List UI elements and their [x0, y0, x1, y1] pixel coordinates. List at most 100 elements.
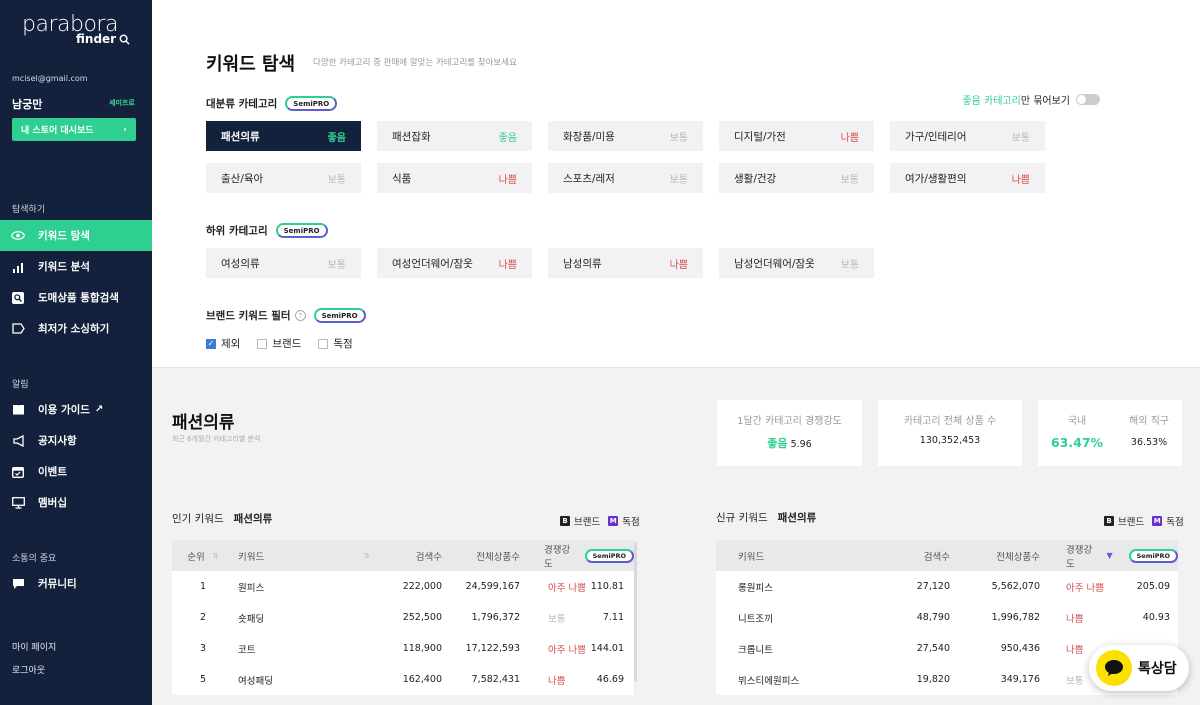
level-cell: 나쁨	[530, 673, 588, 687]
level-text: 아주 나쁨	[548, 582, 586, 594]
sidebar: parabora finder mcisel@gmail.com 남궁만 세미프…	[0, 0, 152, 705]
domestic-value: 63.47%	[1050, 435, 1104, 450]
category-name: 여성의류	[221, 257, 260, 270]
info-icon[interactable]: ?	[294, 310, 306, 321]
category-name: 여가/생활편의	[905, 172, 967, 185]
nav-label: 공지사항	[38, 435, 77, 447]
popular-category: 패션의류	[233, 513, 273, 525]
new-category: 패션의류	[777, 512, 817, 524]
sort-icon: ⇅	[364, 551, 370, 560]
keyword-cell: 뷔스티에원피스	[738, 675, 800, 687]
competition-value-row: 좋음 5.96	[717, 435, 862, 451]
main-category-item[interactable]: 패션잡화 좋음	[377, 121, 532, 151]
sort-desc-icon: ▼	[1106, 551, 1113, 560]
nav-notice[interactable]: 공지사항	[0, 425, 152, 456]
chat-consult-button[interactable]: 톡상담	[1089, 645, 1189, 691]
col-products[interactable]: 전체상품수	[950, 549, 1040, 563]
col-rank[interactable]: 순위 ⇅	[172, 549, 234, 563]
sub-category-item[interactable]: 여성언더웨어/잠옷 나쁨	[377, 248, 532, 278]
main-category-item[interactable]: 가구/인테리어 보통	[890, 121, 1045, 151]
category-name: 출산/육아	[221, 172, 264, 185]
col-competition[interactable]: 경쟁강도 ▼ SemiPRO	[1040, 542, 1178, 570]
filter-exclude-checkbox[interactable]: ✓ 제외	[206, 336, 240, 351]
nav-guide[interactable]: 이용 가이드 ↗	[0, 394, 152, 425]
sub-category-item[interactable]: 남성의류 나쁨	[548, 248, 703, 278]
score-cell: 46.69	[596, 674, 624, 685]
legend-brand: 브랜드	[1118, 517, 1145, 528]
search-cell: 252,500	[402, 612, 442, 623]
keyword-cell: 롱원피스	[738, 582, 773, 594]
nav-label: 멤버십	[38, 497, 67, 509]
sub-category-item[interactable]: 여성의류 보통	[206, 248, 361, 278]
main-category-item[interactable]: 식품 나쁨	[377, 163, 532, 193]
table-row[interactable]: 3 코트 118,900 17,122,593 아주 나쁨 144.01	[172, 633, 634, 664]
overseas-value: 36.53%	[1130, 437, 1168, 448]
competition-value: 5.96	[790, 439, 812, 450]
col-competition[interactable]: 경쟁강도 SemiPRO	[530, 542, 634, 570]
competition-status: 좋음	[767, 437, 788, 450]
good-only-toggle[interactable]	[1076, 94, 1100, 105]
brand-filter-title: 브랜드 키워드 필터	[206, 310, 291, 322]
col-keyword[interactable]: 키워드 ⇅	[234, 549, 382, 563]
nav-wholesale-search[interactable]: 도매상품 통합검색	[0, 282, 152, 313]
table-row[interactable]: 1 원피스 222,000 24,599,167 아주 나쁨 110.81	[172, 571, 634, 602]
category-name: 가구/인테리어	[905, 130, 967, 143]
logo-sub-text: finder	[76, 32, 117, 46]
sub-category-item[interactable]: 남성언더웨어/잠옷 보통	[719, 248, 874, 278]
search-cell: 162,400	[402, 674, 442, 685]
category-status: 나쁨	[1011, 174, 1030, 186]
nav-event[interactable]: 이벤트	[0, 456, 152, 487]
main-category-item[interactable]: 생활/건강 보통	[719, 163, 874, 193]
domestic-block: 국내 63.47%	[1051, 400, 1103, 466]
external-link-icon: ↗	[94, 404, 104, 415]
brand-legend-icon: B	[560, 516, 570, 526]
category-status: 보통	[327, 259, 346, 271]
main-category-item[interactable]: 디지털/가전 나쁨	[719, 121, 874, 151]
category-title: 패션의류	[172, 413, 235, 433]
table-row[interactable]: 니트조끼 48,790 1,996,782 나쁨 40.93	[716, 602, 1178, 633]
level-cell: 아주 나쁨	[1040, 580, 1120, 594]
level-text: 나쁨	[1066, 613, 1084, 625]
logout-link[interactable]: 로그아웃	[12, 663, 45, 676]
magnifier-icon	[119, 34, 130, 45]
chat-label: 톡상담	[1138, 661, 1177, 677]
nav-keyword-explore[interactable]: 키워드 탐색	[0, 220, 152, 251]
table-row[interactable]: 롱원피스 27,120 5,562,070 아주 나쁨 205.09	[716, 571, 1178, 602]
popular-table-scrollbar[interactable]	[634, 542, 637, 682]
exclusive-legend-icon: M	[608, 516, 619, 526]
col-search[interactable]: 검색수	[382, 549, 442, 563]
table-row[interactable]: 5 여성패딩 162,400 7,582,431 나쁨 46.69	[172, 664, 634, 695]
col-search[interactable]: 검색수	[876, 549, 950, 563]
main-category-item[interactable]: 패션의류 좋음	[206, 121, 361, 151]
filter-exclusive-checkbox[interactable]: 독점	[318, 336, 353, 351]
level-cell: 나쁨	[1040, 611, 1120, 625]
mypage-link[interactable]: 마이 페이지	[12, 640, 56, 653]
category-status: 보통	[1011, 132, 1030, 144]
main-category-item[interactable]: 여가/생활편의 나쁨	[890, 163, 1045, 193]
filter-brand-checkbox[interactable]: 브랜드	[257, 336, 301, 351]
megaphone-icon	[11, 434, 25, 448]
main-category-item[interactable]: 화장품/미용 보통	[548, 121, 703, 151]
main-category-item[interactable]: 출산/육아 보통	[206, 163, 361, 193]
chart-icon	[11, 260, 25, 274]
new-keywords-heading: 신규 키워드 패션의류	[716, 510, 816, 525]
category-name: 패션의류	[221, 130, 260, 143]
main-category-title: 대분류 카테고리	[206, 98, 278, 110]
store-dashboard-button[interactable]: 내 스토어 대시보드 ›	[12, 118, 136, 141]
category-name: 남성언더웨어/잠옷	[734, 257, 815, 270]
nav-keyword-analysis[interactable]: 키워드 분석	[0, 251, 152, 282]
domestic-label: 국내	[1067, 416, 1087, 427]
col-products[interactable]: 전체상품수	[442, 549, 530, 563]
main-category-item[interactable]: 스포츠/레저 보통	[548, 163, 703, 193]
table-row[interactable]: 2 숏패딩 252,500 1,796,372 보통 7.11	[172, 602, 634, 633]
nav-membership[interactable]: 멤버십	[0, 487, 152, 518]
notice-section-label: 알림	[12, 380, 29, 390]
col-keyword[interactable]: 키워드	[716, 549, 876, 563]
score-cell: 40.93	[1142, 612, 1170, 623]
rank-cell: 3	[199, 643, 207, 654]
nav-community[interactable]: 커뮤니티	[0, 568, 152, 599]
keyword-cell: 여성패딩	[238, 675, 273, 687]
chat-bubble-icon	[1096, 650, 1132, 686]
checkbox-checked-icon: ✓	[206, 338, 216, 349]
nav-lowest-sourcing[interactable]: 최저가 소싱하기	[0, 313, 152, 344]
